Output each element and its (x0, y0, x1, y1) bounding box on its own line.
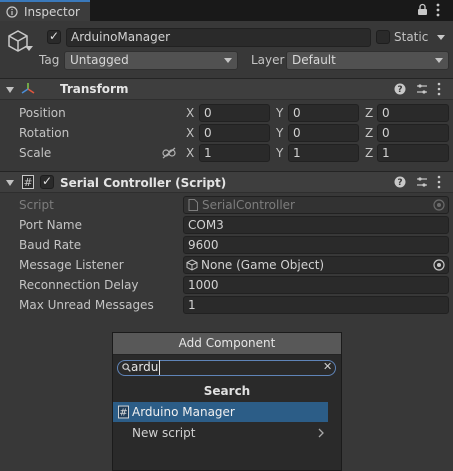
static-label: Static (394, 30, 429, 44)
tag-dropdown[interactable]: Untagged (64, 51, 238, 70)
position-x-field[interactable]: 0 (199, 104, 270, 122)
object-picker-icon[interactable] (433, 259, 445, 271)
serial-controller-title: Serial Controller (Script) (60, 176, 227, 190)
search-result-item[interactable]: # Arduino Manager (113, 402, 328, 422)
object-picker-icon (433, 199, 445, 211)
position-y-field[interactable]: 0 (288, 104, 359, 122)
layer-value: Default (292, 53, 336, 67)
max-unread-messages-label: Max Unread Messages (19, 298, 154, 312)
axis-y-label[interactable]: Y (276, 126, 283, 140)
script-value: SerialController (202, 198, 295, 212)
message-listener-label: Message Listener (19, 258, 124, 272)
axis-x-label[interactable]: X (186, 146, 194, 160)
constrain-proportions-link-icon[interactable] (162, 147, 176, 159)
svg-text:?: ? (397, 178, 402, 188)
new-script-item[interactable]: New script (113, 423, 328, 443)
svg-text:?: ? (397, 85, 402, 95)
axis-x-label[interactable]: X (186, 126, 194, 140)
foldout-arrow-icon[interactable] (6, 180, 14, 186)
tag-value: Untagged (70, 53, 129, 67)
port-name-label: Port Name (19, 218, 83, 232)
clear-search-icon[interactable]: ✕ (323, 360, 332, 373)
axis-z-label[interactable]: Z (365, 146, 373, 160)
script-field: SerialController (183, 196, 449, 214)
object-name-field[interactable]: ArduinoManager (66, 28, 371, 47)
baud-rate-field[interactable]: 9600 (183, 236, 449, 254)
active-checkbox[interactable] (47, 29, 61, 44)
kebab-menu-icon[interactable] (437, 175, 441, 189)
rotation-y-field[interactable]: 0 (288, 124, 359, 142)
search-icon (122, 363, 131, 372)
position-z-field[interactable]: 0 (377, 104, 449, 122)
transform-axes-icon (21, 83, 35, 94)
info-icon (6, 6, 18, 18)
rotation-label: Rotation (19, 126, 70, 140)
axis-y-label[interactable]: Y (276, 106, 283, 120)
component-enabled-checkbox[interactable] (40, 174, 54, 189)
scale-label: Scale (19, 146, 52, 160)
add-component-button[interactable]: Add Component (113, 333, 341, 355)
script-label: Script (19, 198, 54, 212)
foldout-arrow-icon[interactable] (6, 87, 14, 93)
chevron-down-icon[interactable] (25, 46, 33, 51)
message-listener-value: None (Game Object) (201, 258, 325, 272)
gameobject-cube-icon (186, 259, 198, 271)
script-hash-icon: # (118, 405, 129, 419)
axis-z-label[interactable]: Z (365, 106, 373, 120)
position-label: Position (19, 106, 66, 120)
help-icon[interactable]: ? (394, 176, 406, 188)
kebab-menu-icon[interactable] (436, 3, 440, 17)
port-name-field[interactable]: COM3 (183, 216, 449, 234)
search-results-title: Search (203, 384, 251, 398)
rotation-x-field[interactable]: 0 (199, 124, 270, 142)
scale-z-field[interactable]: 1 (377, 144, 449, 162)
script-hash-icon: # (22, 175, 34, 189)
search-input-text[interactable]: ardu (131, 360, 161, 375)
chevron-down-icon (435, 58, 443, 63)
search-result-label: Arduino Manager (132, 405, 235, 419)
transform-title: Transform (60, 82, 129, 96)
lock-icon[interactable] (417, 3, 428, 16)
reconnection-delay-label: Reconnection Delay (19, 278, 139, 292)
tag-label: Tag (39, 53, 60, 67)
preset-sliders-icon[interactable] (416, 176, 428, 188)
message-listener-field[interactable]: None (Game Object) (183, 256, 449, 274)
reconnection-delay-field[interactable]: 1000 (183, 276, 449, 294)
layer-label: Layer (251, 53, 285, 67)
tab-inspector[interactable]: Inspector (0, 0, 90, 21)
axis-x-label[interactable]: X (186, 106, 194, 120)
chevron-down-icon (224, 58, 232, 63)
script-file-icon (188, 199, 198, 211)
help-icon[interactable]: ? (394, 83, 406, 95)
kebab-menu-icon[interactable] (437, 82, 441, 96)
static-checkbox[interactable] (376, 30, 390, 44)
max-unread-messages-field[interactable]: 1 (183, 296, 449, 314)
svg-text:#: # (23, 176, 32, 189)
rotation-z-field[interactable]: 0 (377, 124, 449, 142)
axis-z-label[interactable]: Z (365, 126, 373, 140)
layer-dropdown[interactable]: Default (286, 51, 449, 70)
axis-y-label[interactable]: Y (276, 146, 283, 160)
static-dropdown-arrow[interactable] (437, 35, 445, 40)
new-script-label: New script (132, 426, 196, 440)
scale-x-field[interactable]: 1 (199, 144, 270, 162)
baud-rate-label: Baud Rate (19, 238, 82, 252)
scale-y-field[interactable]: 1 (288, 144, 359, 162)
svg-text:#: # (119, 408, 127, 419)
chevron-right-icon (318, 428, 324, 438)
preset-sliders-icon[interactable] (416, 83, 428, 95)
tab-label: Inspector (24, 5, 80, 19)
